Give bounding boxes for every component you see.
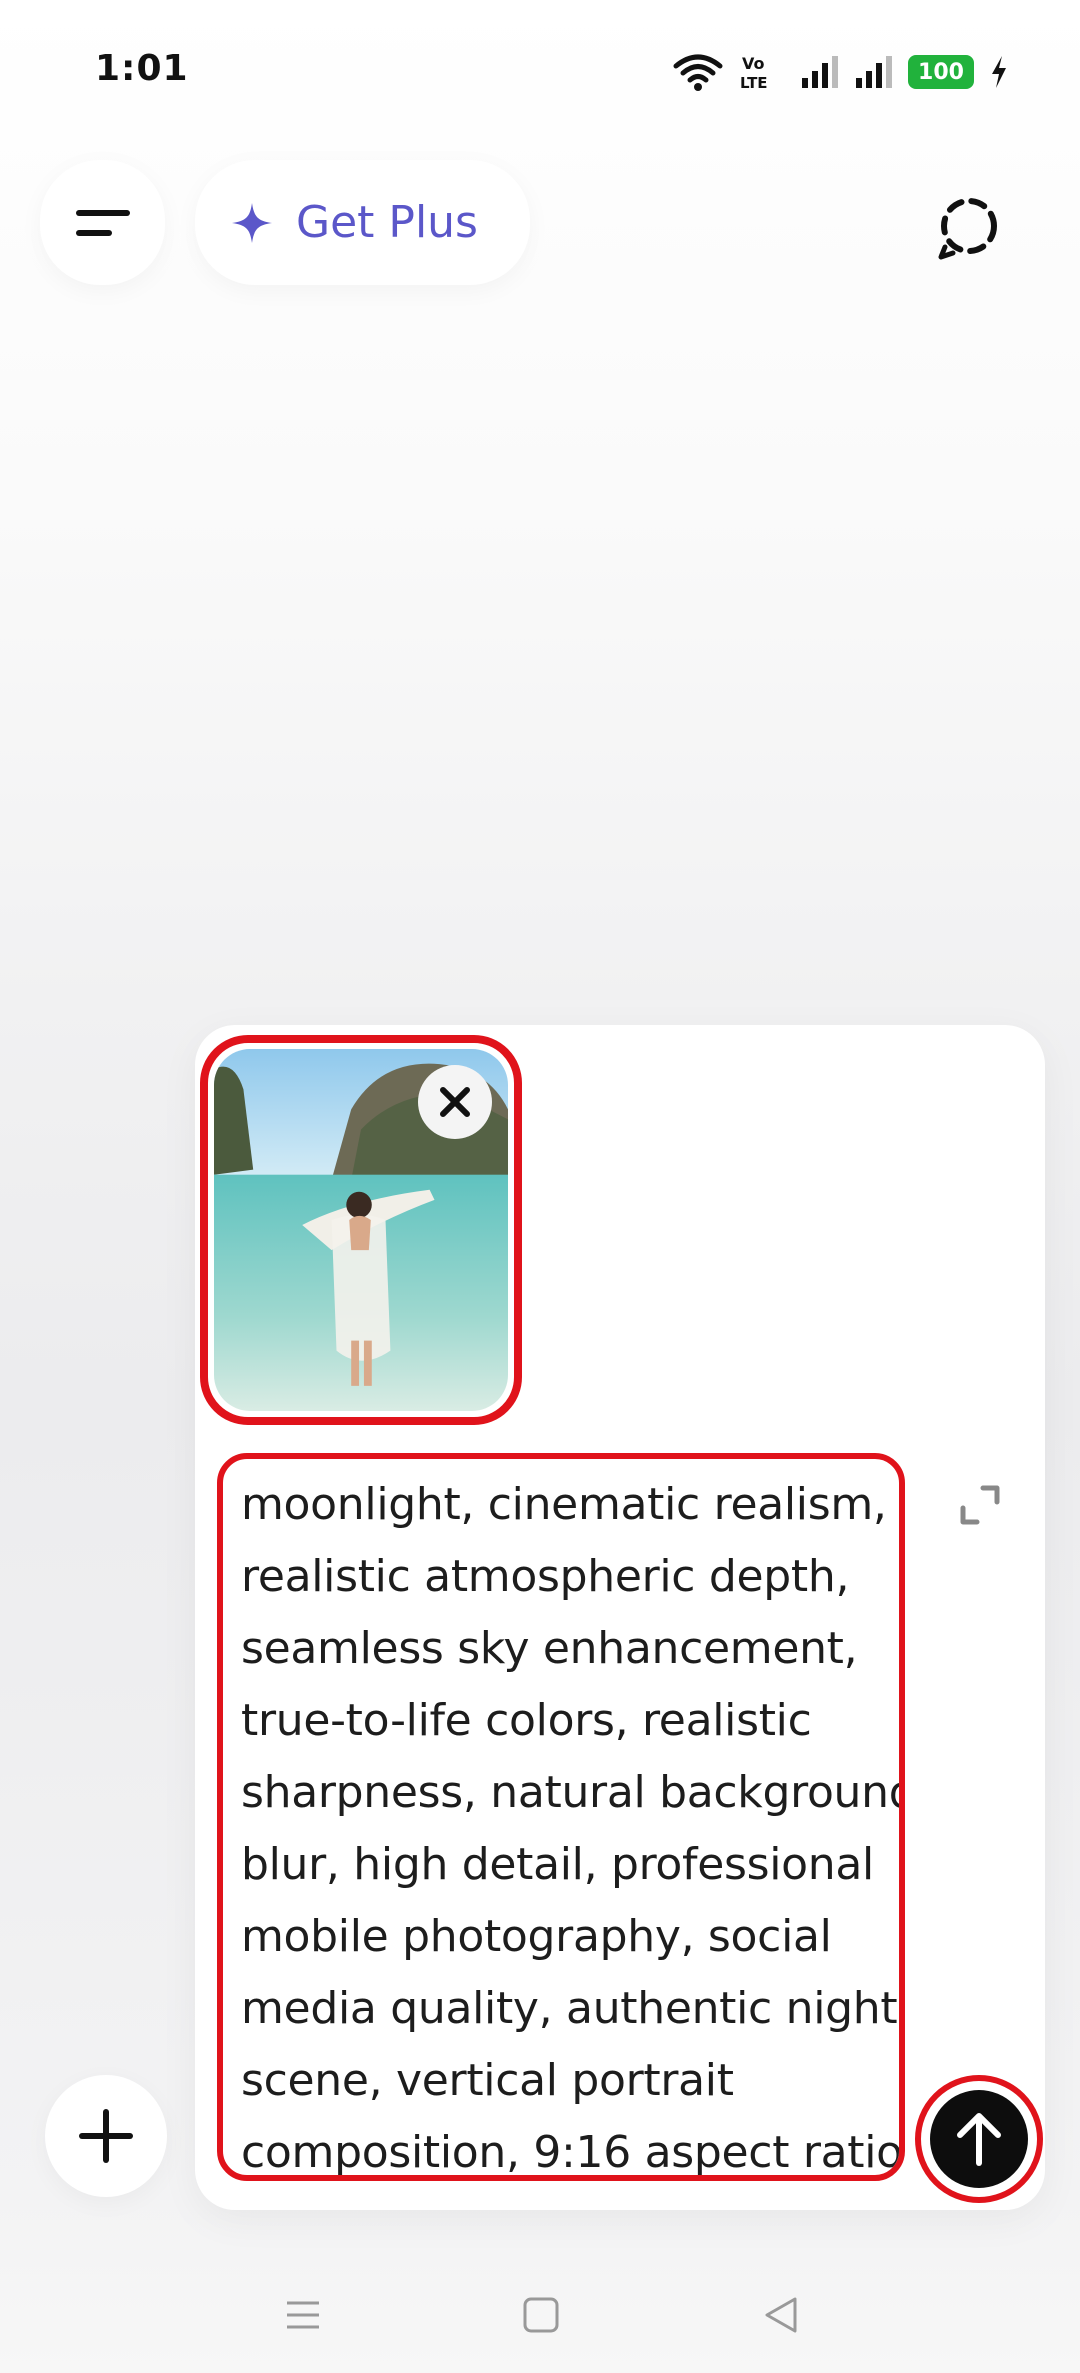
dashed-circle-chat-icon bbox=[938, 197, 997, 259]
get-plus-label: Get Plus bbox=[296, 197, 478, 248]
recents-icon[interactable] bbox=[278, 2290, 328, 2340]
back-icon[interactable] bbox=[756, 2290, 806, 2340]
status-time: 1:01 bbox=[95, 48, 189, 89]
send-button-highlight bbox=[915, 2075, 1043, 2203]
volte-icon: Vo LTE bbox=[740, 54, 768, 92]
status-icons: Vo LTE 100 bbox=[672, 52, 1010, 92]
charging-icon bbox=[992, 56, 1006, 88]
wifi-icon bbox=[673, 54, 723, 91]
get-plus-button[interactable]: Get Plus bbox=[195, 160, 530, 285]
signal-2-icon bbox=[856, 56, 892, 88]
menu-icon bbox=[75, 209, 130, 236]
home-icon[interactable] bbox=[516, 2290, 566, 2340]
svg-text:LTE: LTE bbox=[740, 74, 768, 92]
remove-attachment-button[interactable] bbox=[418, 1065, 492, 1139]
status-bar: 1:01 Vo LTE 100 bbox=[0, 0, 1080, 140]
battery-indicator: 100 bbox=[908, 55, 974, 89]
sparkle-icon bbox=[232, 202, 272, 243]
prompt-input[interactable]: moonlight, cinematic realism, realistic … bbox=[217, 1453, 905, 2181]
svg-text:Vo: Vo bbox=[742, 54, 765, 73]
sidebar-menu-button[interactable] bbox=[40, 160, 165, 285]
signal-1-icon bbox=[802, 56, 838, 88]
plus-icon bbox=[79, 2109, 133, 2163]
temporary-chat-button[interactable] bbox=[920, 180, 1015, 275]
arrow-up-icon bbox=[957, 2113, 1001, 2166]
prompt-text: moonlight, cinematic realism, realistic … bbox=[241, 1479, 905, 2178]
close-icon bbox=[440, 1087, 470, 1117]
add-attachment-button[interactable] bbox=[45, 2075, 167, 2197]
send-button[interactable] bbox=[930, 2090, 1028, 2188]
expand-icon[interactable] bbox=[955, 1480, 1005, 1530]
